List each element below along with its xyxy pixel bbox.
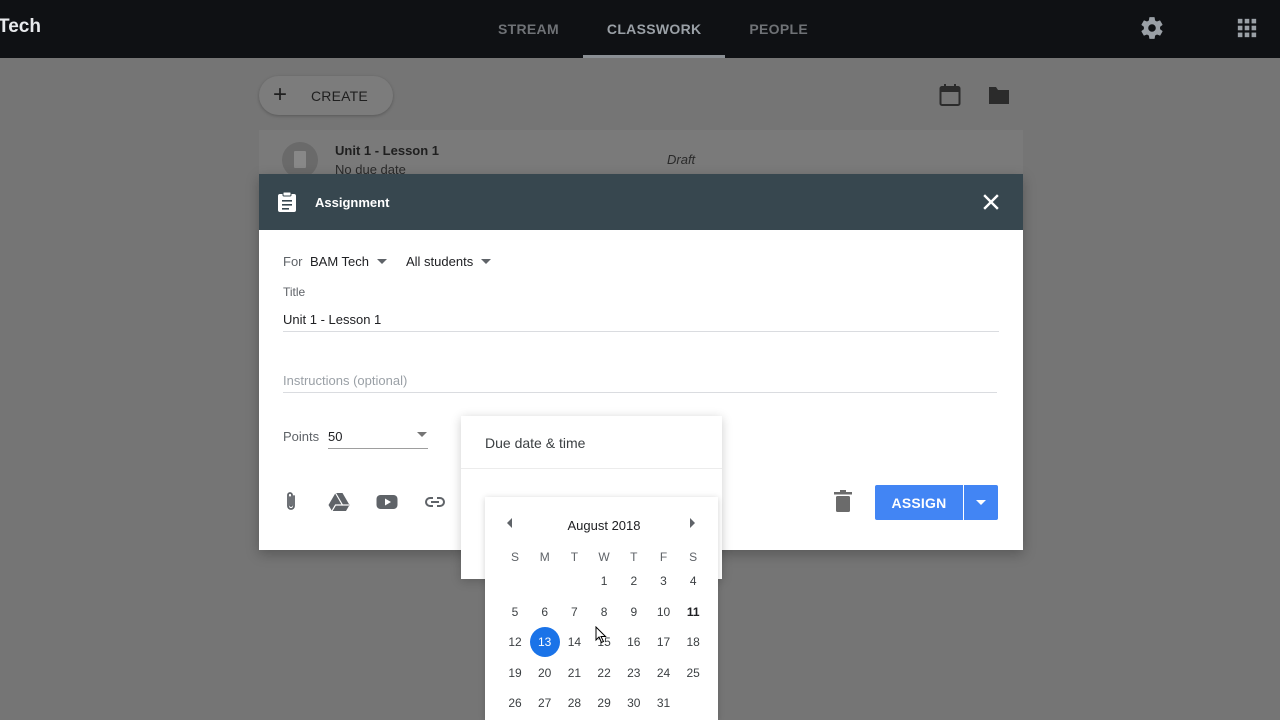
calendar-day[interactable]: 14 bbox=[559, 627, 589, 657]
assign-options-button[interactable] bbox=[964, 485, 998, 520]
link-icon[interactable] bbox=[423, 490, 447, 514]
calendar-day[interactable]: 11 bbox=[678, 597, 708, 627]
gear-icon[interactable] bbox=[1139, 15, 1165, 41]
plus-icon: + bbox=[273, 81, 288, 108]
calendar-month: August 2018 bbox=[567, 518, 641, 533]
calendar-day[interactable]: 31 bbox=[649, 688, 679, 718]
nav-tabs: STREAM CLASSWORK PEOPLE bbox=[474, 0, 832, 58]
calendar-day[interactable]: 22 bbox=[589, 658, 619, 688]
tab-stream[interactable]: STREAM bbox=[474, 0, 583, 58]
chevron-down-icon bbox=[417, 432, 427, 437]
calendar-day[interactable]: 5 bbox=[500, 597, 530, 627]
apps-grid-icon[interactable] bbox=[1236, 17, 1258, 39]
points-label: Points bbox=[283, 429, 320, 444]
mouse-cursor-icon bbox=[595, 626, 607, 644]
calendar-day[interactable]: 7 bbox=[559, 597, 589, 627]
create-button[interactable]: + CREATE bbox=[259, 76, 393, 115]
calendar-day[interactable]: 20 bbox=[530, 658, 560, 688]
assignment-icon bbox=[282, 142, 318, 178]
calendar-day[interactable]: 12 bbox=[500, 627, 530, 657]
instructions-input[interactable] bbox=[283, 368, 997, 393]
calendar-day[interactable]: 25 bbox=[678, 658, 708, 688]
students-select-value: All students bbox=[406, 254, 474, 269]
top-bar: Tech STREAM CLASSWORK PEOPLE bbox=[0, 0, 1280, 58]
folder-icon[interactable] bbox=[987, 84, 1011, 106]
chevron-down-icon bbox=[377, 259, 388, 264]
chevron-right-icon[interactable] bbox=[690, 518, 695, 528]
class-select-value: BAM Tech bbox=[310, 254, 370, 269]
tab-people[interactable]: PEOPLE bbox=[725, 0, 832, 58]
calendar-day[interactable]: 28 bbox=[559, 688, 589, 718]
classwork-item-status: Draft bbox=[667, 152, 696, 167]
for-label: For bbox=[283, 254, 303, 269]
chevron-down-icon bbox=[481, 259, 492, 264]
calendar-day[interactable]: 3 bbox=[649, 566, 679, 596]
calendar-day[interactable]: 2 bbox=[619, 566, 649, 596]
due-date-title: Due date & time bbox=[485, 435, 586, 451]
weekday-label: T bbox=[570, 550, 579, 564]
create-label: CREATE bbox=[311, 88, 368, 104]
calendar-day[interactable]: 18 bbox=[678, 627, 708, 657]
calendar-day[interactable]: 29 bbox=[589, 688, 619, 718]
dialog-title: Assignment bbox=[315, 195, 390, 210]
attachment-icon[interactable] bbox=[279, 490, 303, 514]
google-drive-icon[interactable] bbox=[327, 490, 351, 514]
calendar-day[interactable]: 4 bbox=[678, 566, 708, 596]
calendar-day[interactable]: 26 bbox=[500, 688, 530, 718]
points-select[interactable]: 50 bbox=[328, 425, 428, 449]
tab-classwork[interactable]: CLASSWORK bbox=[582, 0, 726, 58]
calendar-day[interactable]: 9 bbox=[619, 597, 649, 627]
calendar-day[interactable]: 21 bbox=[559, 658, 589, 688]
calendar-day-selected[interactable]: 13 bbox=[529, 627, 560, 657]
calendar-day[interactable]: 10 bbox=[649, 597, 679, 627]
youtube-icon[interactable] bbox=[375, 490, 399, 514]
calendar-day[interactable]: 24 bbox=[649, 658, 679, 688]
calendar-icon[interactable] bbox=[939, 83, 961, 107]
calendar-day[interactable]: 8 bbox=[589, 597, 619, 627]
title-input[interactable] bbox=[283, 308, 999, 332]
assignment-icon bbox=[278, 191, 296, 212]
date-picker: August 2018 S M T W T F S 1 2 3 4 5 6 7 8 9 10 11 12 13 14 15… bbox=[485, 497, 718, 720]
students-select[interactable]: All students bbox=[406, 254, 492, 269]
class-name[interactable]: Tech bbox=[0, 16, 41, 38]
calendar-day[interactable]: 23 bbox=[619, 658, 649, 688]
assign-button[interactable]: ASSIGN bbox=[875, 485, 963, 520]
calendar-day[interactable]: 1 bbox=[589, 566, 619, 596]
class-select[interactable]: BAM Tech bbox=[310, 254, 388, 269]
title-label: Title bbox=[283, 285, 306, 299]
classwork-item[interactable]: Unit 1 - Lesson 1 No due date Draft bbox=[259, 130, 1023, 180]
calendar-day[interactable]: 30 bbox=[619, 688, 649, 718]
close-icon[interactable] bbox=[981, 192, 1001, 212]
calendar-day[interactable]: 19 bbox=[500, 658, 530, 688]
trash-icon[interactable] bbox=[833, 489, 853, 513]
divider bbox=[461, 468, 722, 469]
calendar-day[interactable]: 6 bbox=[530, 597, 560, 627]
weekday-label: M bbox=[539, 550, 550, 564]
calendar-day[interactable]: 27 bbox=[530, 688, 560, 718]
weekday-label: S bbox=[510, 550, 519, 564]
calendar-day[interactable]: 16 bbox=[619, 627, 649, 657]
calendar-day[interactable]: 17 bbox=[649, 627, 679, 657]
classwork-item-title: Unit 1 - Lesson 1 bbox=[335, 143, 440, 158]
dialog-header: Assignment bbox=[259, 174, 1023, 230]
